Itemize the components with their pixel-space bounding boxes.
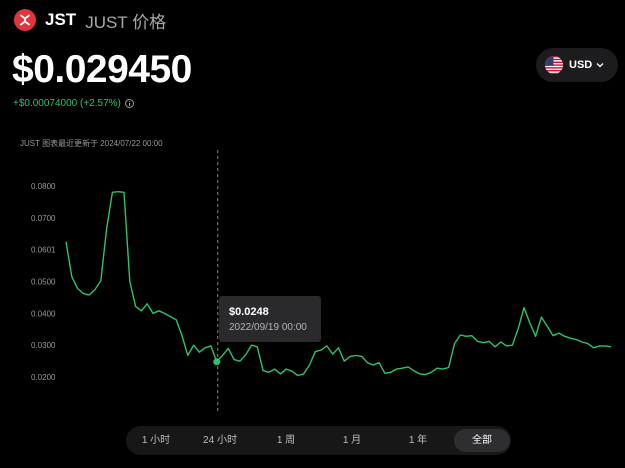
current-price: $0.029450 — [12, 48, 192, 91]
range-button[interactable]: 1 小时 — [131, 429, 181, 452]
y-tick-label: 0.0400 — [31, 309, 56, 318]
us-flag-icon — [545, 56, 563, 74]
range-button[interactable]: 全部 — [454, 429, 510, 452]
tooltip-date: 2022/09/19 00:00 — [229, 322, 307, 333]
price-chart[interactable]: 0.0800 0.0700 0.0601 0.0500 0.0400 0.0300 0.02… — [0, 150, 625, 418]
token-header: JST JUST 价格 — [14, 7, 166, 33]
chart-updated-text: JUST 图表最近更新于 2024/07/22 00:00 — [20, 139, 163, 148]
chart-tooltip: $0.0248 2022/09/19 00:00 — [219, 296, 321, 342]
y-tick-label: 0.0500 — [31, 278, 56, 287]
chevron-down-icon — [596, 62, 604, 68]
tooltip-price: $0.0248 — [229, 306, 269, 318]
y-tick-label: 0.0200 — [31, 373, 56, 382]
range-button[interactable]: 1 周 — [266, 429, 306, 452]
y-tick-label: 0.0800 — [31, 182, 56, 191]
time-range-selector: 1 小时 24 小时 1 周 1 月 1 年全部 — [126, 426, 511, 455]
price-change: +$0.00074000 (+2.57%) — [13, 98, 134, 109]
range-button[interactable]: 24 小时 — [194, 429, 246, 452]
price-series-line — [65, 191, 612, 377]
currency-selector[interactable]: USD — [536, 48, 618, 82]
token-name-title: JUST 价格 — [85, 12, 167, 32]
range-button[interactable]: 1 月 — [332, 429, 372, 452]
price-change-text: +$0.00074000 (+2.57%) — [13, 98, 121, 109]
range-button[interactable]: 1 年 — [398, 429, 438, 452]
token-symbol: JST — [45, 10, 77, 29]
info-icon[interactable] — [124, 99, 134, 108]
highlighted-point — [213, 358, 221, 366]
currency-label: USD — [569, 59, 593, 71]
just-logo-icon — [14, 9, 36, 31]
y-tick-label: 0.0700 — [31, 214, 56, 223]
token-price-page: JST JUST 价格 $0.029450 +$0.00074000 (+2.5… — [0, 0, 625, 468]
y-tick-label: 0.0300 — [31, 341, 56, 350]
y-tick-label: 0.0601 — [31, 245, 56, 254]
